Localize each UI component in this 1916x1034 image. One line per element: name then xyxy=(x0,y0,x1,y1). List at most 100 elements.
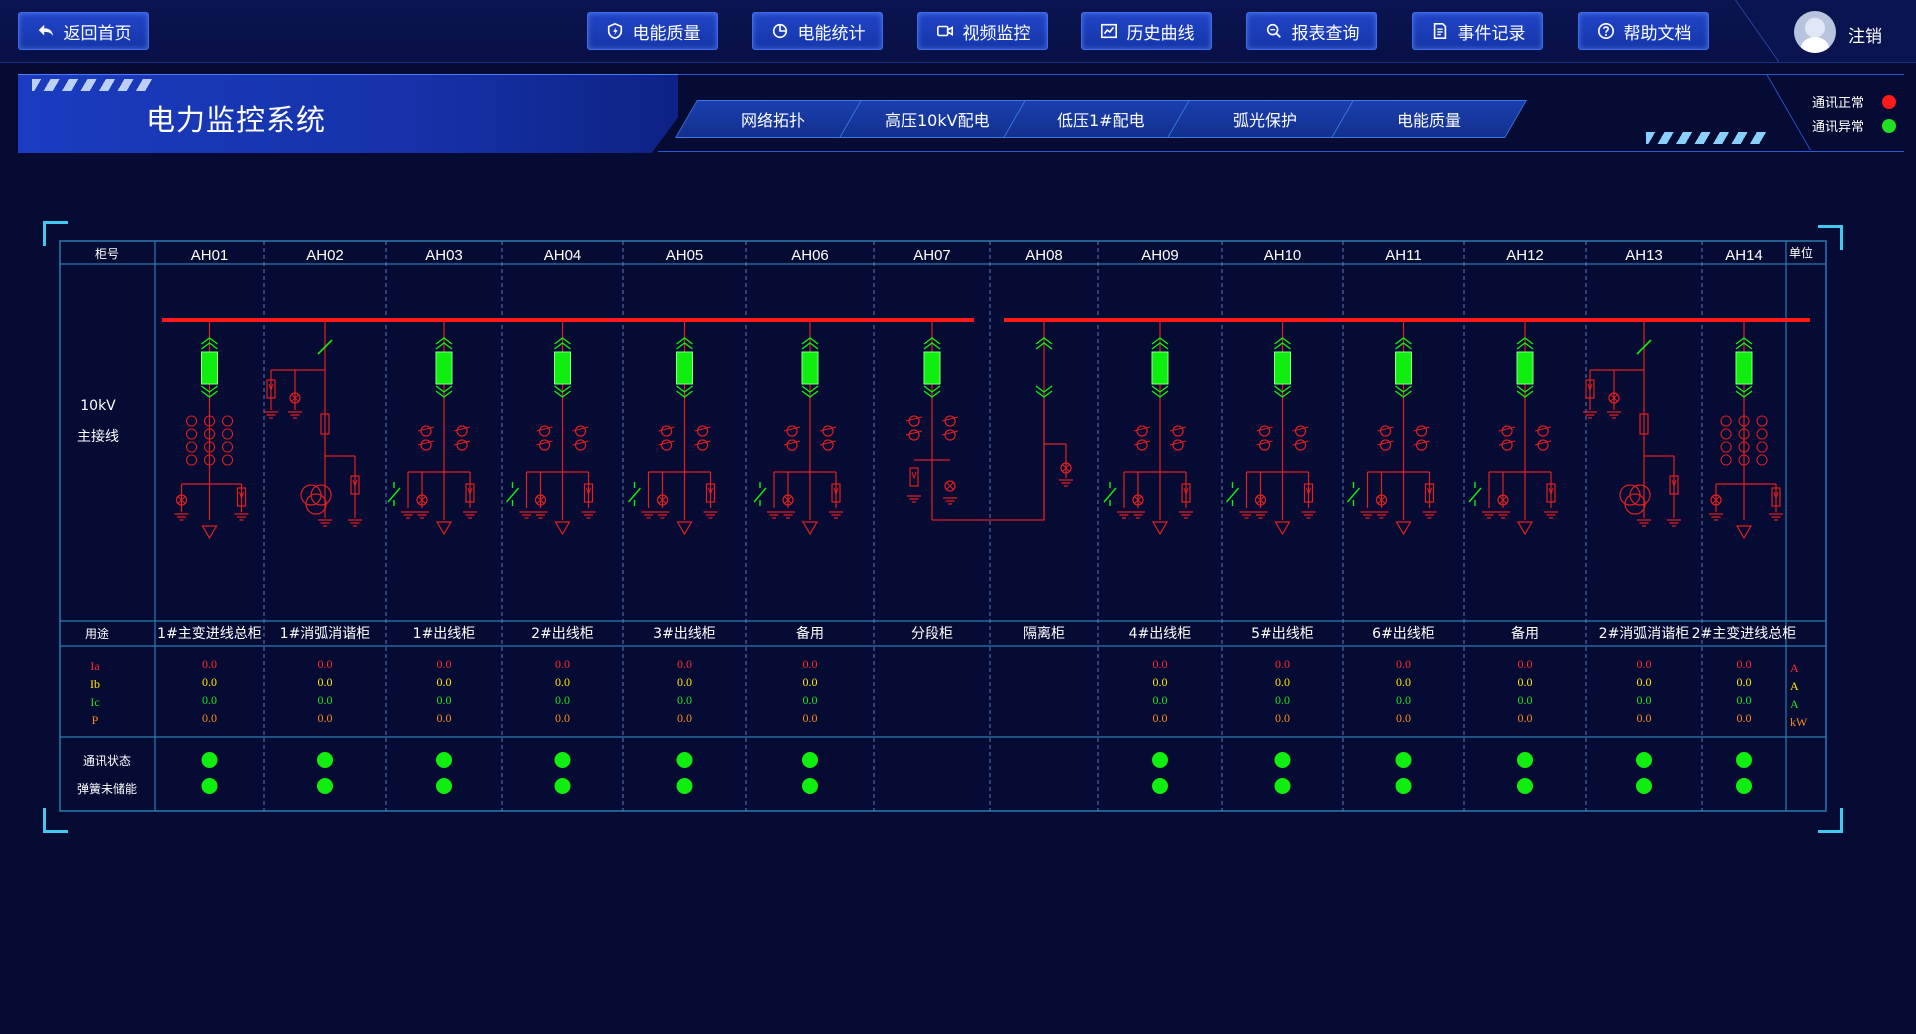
measure-value: 0.0 xyxy=(1518,675,1533,689)
measure-value: 0.0 xyxy=(318,693,333,707)
ground-symbol xyxy=(1607,411,1621,419)
ct-symbol xyxy=(1756,428,1768,440)
ct-symbol xyxy=(222,415,234,427)
ground-symbol xyxy=(703,511,718,519)
ground-symbol xyxy=(519,511,534,519)
ground-symbol xyxy=(415,511,429,519)
ct-symbol xyxy=(1756,441,1768,453)
comm-status-dot xyxy=(201,752,218,768)
earth-switch-symbol xyxy=(1103,482,1117,506)
measure-value: 0.0 xyxy=(1737,675,1752,689)
ground-symbol xyxy=(1422,511,1437,519)
earth-switch-symbol xyxy=(505,482,520,506)
spring-status-label: 弹簧未储能 xyxy=(77,781,137,796)
ground-symbol xyxy=(1496,511,1510,519)
measure-value: 0.0 xyxy=(555,693,570,707)
cabinet-purpose: 4#出线柜 xyxy=(1129,626,1192,642)
ground-symbol xyxy=(1179,511,1193,519)
cabinet-number: AH06 xyxy=(791,247,829,264)
measure-value: 0.0 xyxy=(437,657,452,671)
cabinet-purpose: 2#出线柜 xyxy=(531,626,594,642)
comm-status-dot xyxy=(1636,752,1652,768)
measure-value: 0.0 xyxy=(555,657,570,671)
measure-label: Ia xyxy=(90,659,100,673)
earth-switch-symbol xyxy=(627,482,642,506)
ct-symbol xyxy=(1720,441,1732,453)
ground-symbol xyxy=(1360,511,1375,519)
breaker-symbol xyxy=(1151,351,1169,385)
measure-value: 0.0 xyxy=(677,693,692,707)
comm-status-label: 通讯状态 xyxy=(83,754,131,768)
breaker-symbol xyxy=(923,351,941,385)
spring-status-dot xyxy=(802,778,818,794)
single-line-diagram: 柜号 单位 AH01 AH02 AH03 AH04 AH05 AH06 AH07 AH08 AH09… xyxy=(59,240,1827,812)
earth-switch-symbol xyxy=(1468,482,1482,506)
comm-status-dot xyxy=(1517,752,1533,768)
breaker-symbol xyxy=(554,351,571,385)
measure-value: 0.0 xyxy=(1637,657,1652,671)
ct-symbol xyxy=(1756,415,1768,427)
ct-symbol xyxy=(186,454,198,466)
feeder-circuit xyxy=(753,322,843,536)
measure-unit: A xyxy=(1790,661,1799,675)
measure-value: 0.0 xyxy=(677,711,692,725)
measure-value: 0.0 xyxy=(1275,657,1290,671)
cabinet-purpose: 备用 xyxy=(796,625,824,642)
ground-symbol xyxy=(318,519,332,527)
cabinet-purpose: 隔离柜 xyxy=(1023,625,1065,642)
measure-value: 0.0 xyxy=(803,675,818,689)
cabinet-purpose: 2#主变进线总柜 xyxy=(1692,626,1797,642)
bus-tie-circuit xyxy=(905,322,1045,521)
cabinet-number: AH12 xyxy=(1506,247,1544,264)
cabinet-purpose: 5#出线柜 xyxy=(1251,626,1314,642)
transformer-symbol xyxy=(300,484,332,515)
cable-outlet-symbol xyxy=(1151,521,1169,536)
breaker-symbol xyxy=(1516,351,1534,385)
ground-symbol xyxy=(829,511,843,519)
spring-status-dot xyxy=(201,778,218,794)
measure-value: 0.0 xyxy=(803,657,818,671)
spring-status-dot xyxy=(1636,778,1652,794)
cabinet-number: AH01 xyxy=(191,247,229,264)
measure-value: 0.0 xyxy=(1275,675,1290,689)
cabinet-purpose: 1#主变进线总柜 xyxy=(157,626,262,642)
measure-value: 0.0 xyxy=(437,693,452,707)
measure-value: 0.0 xyxy=(202,693,217,707)
measure-value: 0.0 xyxy=(1153,693,1168,707)
measure-value: 0.0 xyxy=(1396,711,1411,725)
spring-status-dot xyxy=(1517,778,1533,794)
breaker-symbol xyxy=(435,351,453,385)
feeder-circuit xyxy=(1346,322,1437,536)
ct-symbol xyxy=(222,428,234,440)
cabinet-number: AH13 xyxy=(1625,247,1663,264)
measure-value: 0.0 xyxy=(1153,657,1168,671)
feeder-circuit xyxy=(1225,322,1316,536)
comm-status-dot xyxy=(317,752,333,768)
comm-status-dot xyxy=(802,752,818,768)
cabinet-number: AH10 xyxy=(1264,247,1302,264)
feeder-circuit xyxy=(627,322,718,536)
ct-symbol xyxy=(186,428,198,440)
ground-symbol xyxy=(655,511,670,519)
measure-value: 0.0 xyxy=(803,711,818,725)
measure-value: 0.0 xyxy=(1275,693,1290,707)
cabinet-number: AH04 xyxy=(544,247,582,264)
cabinet-number: AH08 xyxy=(1025,247,1063,264)
spring-status-dot xyxy=(1152,778,1168,794)
incoming-circuit xyxy=(174,322,249,540)
comm-status-dot xyxy=(1274,752,1291,768)
cable-outlet-symbol xyxy=(801,521,819,536)
arrester-symbol xyxy=(911,471,917,480)
breaker-symbol xyxy=(676,351,693,385)
cable-outlet-symbol xyxy=(1735,525,1753,540)
measure-unit: A xyxy=(1790,679,1799,693)
ground-symbol xyxy=(174,513,189,521)
measure-value: 0.0 xyxy=(1518,657,1533,671)
measure-value: 0.0 xyxy=(803,693,818,707)
ct-symbol xyxy=(222,441,234,453)
unit-header-label: 单位 xyxy=(1789,245,1813,260)
feeder-circuit xyxy=(387,322,477,536)
measure-value: 0.0 xyxy=(1737,711,1752,725)
ground-symbol xyxy=(1117,511,1131,519)
cable-outlet-symbol xyxy=(554,521,571,536)
